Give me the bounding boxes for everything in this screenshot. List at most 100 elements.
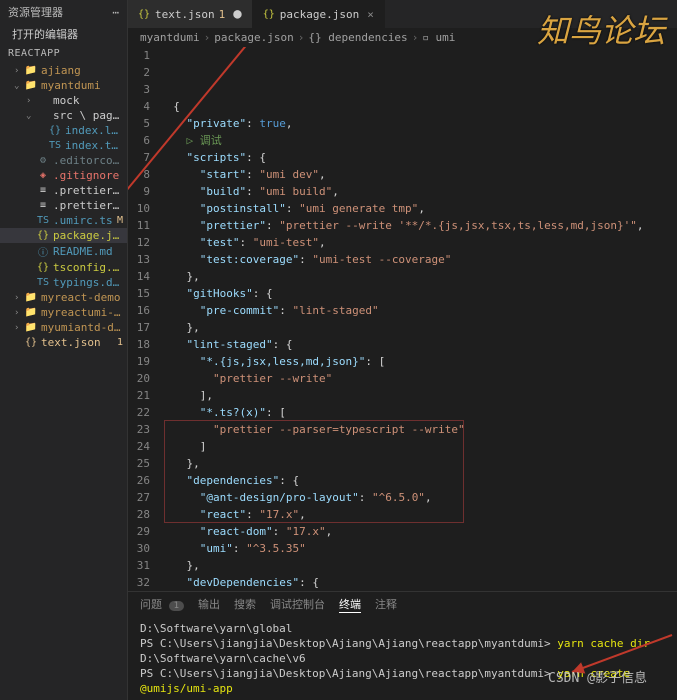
chevron-icon: ⌄ [26,111,36,121]
file-label: index.tsx [65,139,123,152]
panel-tab[interactable]: 终端 [339,596,361,613]
file-icon: {} [263,9,275,20]
file-label: mock [53,94,123,107]
code-line[interactable]: "prettier": "prettier --write '**/*.{js,… [160,217,677,234]
breadcrumb-item[interactable]: myantdumi [140,31,200,44]
code-line[interactable]: "test:coverage": "umi-test --coverage" [160,251,677,268]
code-line[interactable]: "lint-staged": { [160,336,677,353]
file-icon: ⓘ [36,244,50,259]
code-line[interactable]: "umi": "^3.5.35" [160,540,677,557]
file-label: ajiang [41,64,123,77]
code-line[interactable]: }, [160,455,677,472]
editor-tab[interactable]: {}text.json1● [128,0,253,28]
file-icon: ⚙ [36,155,50,166]
panel-tab[interactable]: 注释 [375,596,397,613]
file-icon: 📁 [24,307,38,318]
code-line[interactable]: "build": "umi build", [160,183,677,200]
tree-item[interactable]: {}index.less [0,123,127,138]
code-line[interactable]: "gitHooks": { [160,285,677,302]
tree-item[interactable]: ≡.prettierrc [0,198,127,213]
code-line[interactable]: "@ant-design/pro-layout": "^6.5.0", [160,489,677,506]
tab-label: package.json [280,8,359,21]
code-line[interactable]: "prettier --parser=typescript --write" [160,421,677,438]
file-icon: 📁 [24,80,38,91]
file-label: typings.d.ts [53,276,123,289]
code-line[interactable]: "postinstall": "umi generate tmp", [160,200,677,217]
tree-item[interactable]: TSindex.tsx [0,138,127,153]
breadcrumb[interactable]: myantdumi›package.json›{} dependencies›▫… [128,28,677,47]
breadcrumb-item[interactable]: package.json [214,31,293,44]
code-line[interactable]: }, [160,557,677,574]
file-icon: ≡ [36,185,50,196]
tree-item[interactable]: ›mock [0,93,127,108]
code-line[interactable]: "dependencies": { [160,472,677,489]
file-label: text.json [41,336,114,349]
file-label: .prettierrc [53,199,123,212]
tree-item[interactable]: ⌄📁myantdumi [0,78,127,93]
code-editor[interactable]: 1234567891011121314151617181920212223242… [128,47,677,591]
code-line[interactable]: "devDependencies": { [160,574,677,591]
file-icon: 📁 [24,65,38,76]
tree-item[interactable]: ⚙.editorconfig [0,153,127,168]
code-line[interactable]: }, [160,268,677,285]
file-icon: {} [36,262,50,273]
file-icon: {} [24,337,38,348]
code-line[interactable]: "*.ts?(x)": [ [160,404,677,421]
breadcrumb-item[interactable]: {} dependencies [308,31,407,44]
tree-item[interactable]: ›📁myreact-demo [0,290,127,305]
tree-item[interactable]: ≡.prettierignore [0,183,127,198]
breadcrumb-item[interactable]: ▫ umi [422,31,455,44]
code-line[interactable]: "*.{js,jsx,less,md,json}": [ [160,353,677,370]
editor-tabs: {}text.json1●{}package.json× [128,0,677,28]
code-line[interactable]: "scripts": { [160,149,677,166]
code-line[interactable]: { [160,98,677,115]
tree-item[interactable]: {}tsconfig.json [0,260,127,275]
code-line[interactable]: ], [160,387,677,404]
tree-item[interactable]: ⌄src \ pages [0,108,127,123]
more-icon[interactable]: ⋯ [112,6,119,19]
editor-tab[interactable]: {} package.json × [253,0,385,28]
code-line[interactable]: "test": "umi-test", [160,234,677,251]
explorer-sidebar: 资源管理器 ⋯ 打开的编辑器 REACTAPP ›📁ajiang⌄📁myantd… [0,0,128,700]
code-content[interactable]: { "private": true, ▷ 调试 "scripts": { "st… [160,47,677,591]
tree-item[interactable]: ⓘREADME.md [0,243,127,260]
file-label: .editorconfig [53,154,123,167]
tree-item[interactable]: TS.umirc.tsM [0,213,127,228]
code-line[interactable]: "private": true, [160,115,677,132]
code-line[interactable]: ] [160,438,677,455]
breadcrumb-separator: › [412,31,419,44]
project-section[interactable]: REACTAPP [0,44,127,63]
code-line[interactable]: }, [160,319,677,336]
code-line[interactable]: "react-dom": "17.x", [160,523,677,540]
code-line[interactable]: "react": "17.x", [160,506,677,523]
panel-tab[interactable]: 输出 [198,596,220,613]
file-icon: TS [36,215,50,226]
file-label: .gitignore [53,169,123,182]
file-icon: TS [48,140,62,151]
tree-item[interactable]: {}package.json [0,228,127,243]
file-icon: {} [138,9,150,20]
file-label: .prettierignore [53,184,123,197]
tree-item[interactable]: TStypings.d.ts [0,275,127,290]
tree-item[interactable]: ›📁myumiantd-demo [0,320,127,335]
panel-tab[interactable]: 搜索 [234,596,256,613]
panel-tab[interactable]: 调试控制台 [270,596,325,613]
code-line[interactable]: ▷ 调试 [160,132,677,149]
tab-badge: 1 [219,8,226,21]
tree-item[interactable]: ◈.gitignore [0,168,127,183]
open-editors-section[interactable]: 打开的编辑器 [0,24,127,44]
panel-tabs: 问题 1 输出搜索调试控制台终端注释 [128,592,677,617]
file-icon: 📁 [24,322,38,333]
code-line[interactable]: "prettier --write" [160,370,677,387]
code-line[interactable]: "pre-commit": "lint-staged" [160,302,677,319]
editor-area: {}text.json1●{}package.json× myantdumi›p… [128,0,677,700]
close-icon[interactable]: × [367,8,374,21]
tree-item[interactable]: ›📁ajiang [0,63,127,78]
breadcrumb-separator: › [298,31,305,44]
line-gutter: 1234567891011121314151617181920212223242… [128,47,160,591]
tree-item[interactable]: ›📁myreactumi-demo [0,305,127,320]
tree-item[interactable]: {}text.json1 [0,335,127,350]
panel-tab[interactable]: 问题 1 [140,596,184,613]
code-line[interactable]: "start": "umi dev", [160,166,677,183]
terminal-output[interactable]: D:\Software\yarn\globalPS C:\Users\jiang… [128,617,677,700]
